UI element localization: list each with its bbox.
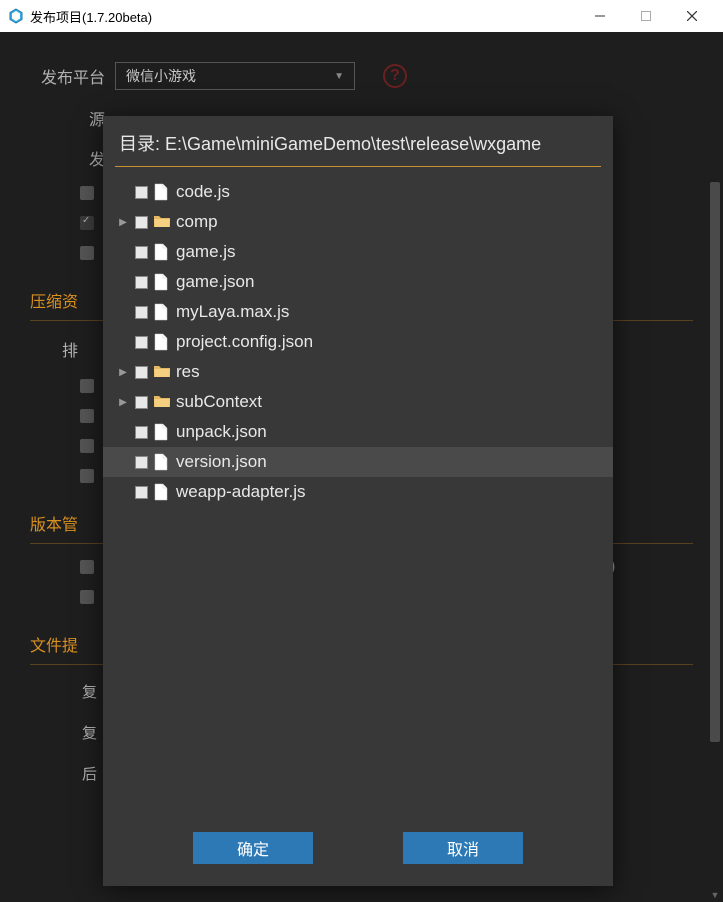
- modal-buttons: 确定 取消: [103, 814, 613, 886]
- checkbox-4[interactable]: [80, 379, 94, 393]
- file-row[interactable]: ▶ subContext: [103, 387, 613, 417]
- checkbox-9[interactable]: [80, 590, 94, 604]
- checkbox-5[interactable]: [80, 409, 94, 423]
- file-icon: [154, 243, 170, 261]
- checkbox-1[interactable]: [80, 186, 94, 200]
- file-name: weapp-adapter.js: [176, 482, 305, 502]
- file-checkbox[interactable]: [135, 426, 148, 439]
- expand-icon[interactable]: ▶: [117, 217, 129, 228]
- titlebar: 发布项目(1.7.20beta): [0, 0, 723, 32]
- file-icon: [154, 303, 170, 321]
- file-row[interactable]: ▶code.js: [103, 177, 613, 207]
- window-title: 发布项目(1.7.20beta): [30, 7, 152, 26]
- source-label: 源: [30, 106, 105, 130]
- file-icon: [154, 453, 170, 471]
- file-row[interactable]: ▶game.json: [103, 267, 613, 297]
- file-row[interactable]: ▶ comp: [103, 207, 613, 237]
- expand-icon[interactable]: ▶: [117, 367, 129, 378]
- file-name: res: [176, 362, 200, 382]
- platform-dropdown[interactable]: 微信小游戏 ▼: [115, 62, 355, 90]
- cancel-button[interactable]: 取消: [403, 832, 523, 864]
- folder-icon: [154, 393, 170, 411]
- file-checkbox[interactable]: [135, 456, 148, 469]
- expand-icon[interactable]: ▶: [117, 397, 129, 408]
- file-row[interactable]: ▶weapp-adapter.js: [103, 477, 613, 507]
- file-name: unpack.json: [176, 422, 267, 442]
- folder-icon: [154, 363, 170, 381]
- checkbox-2[interactable]: [80, 216, 94, 230]
- checkbox-8[interactable]: [80, 560, 94, 574]
- file-checkbox[interactable]: [135, 186, 148, 199]
- folder-icon: [154, 213, 170, 231]
- file-name: comp: [176, 212, 218, 232]
- platform-label: 发布平台: [30, 64, 105, 88]
- file-checkbox[interactable]: [135, 486, 148, 499]
- file-row[interactable]: ▶ res: [103, 357, 613, 387]
- app-icon: [8, 8, 24, 24]
- modal-title: 目录: E:\Game\miniGameDemo\test\release\wx…: [103, 116, 613, 166]
- close-button[interactable]: [669, 0, 715, 32]
- file-name: game.js: [176, 242, 236, 262]
- file-icon: [154, 273, 170, 291]
- file-list: ▶code.js▶comp▶game.js▶game.json▶myLaya.m…: [103, 175, 613, 814]
- scrollbar[interactable]: ▼: [709, 182, 721, 902]
- publish-label: 发: [30, 146, 105, 170]
- checkbox-3[interactable]: [80, 246, 94, 260]
- ok-button[interactable]: 确定: [193, 832, 313, 864]
- titlebar-left: 发布项目(1.7.20beta): [8, 7, 152, 26]
- maximize-button[interactable]: [623, 0, 669, 32]
- file-checkbox[interactable]: [135, 336, 148, 349]
- file-checkbox[interactable]: [135, 306, 148, 319]
- file-row[interactable]: ▶game.js: [103, 237, 613, 267]
- file-name: myLaya.max.js: [176, 302, 289, 322]
- directory-modal: 目录: E:\Game\miniGameDemo\test\release\wx…: [103, 116, 613, 886]
- file-checkbox[interactable]: [135, 276, 148, 289]
- file-name: version.json: [176, 452, 267, 472]
- file-name: project.config.json: [176, 332, 313, 352]
- window-controls: [577, 0, 715, 32]
- file-checkbox[interactable]: [135, 366, 148, 379]
- platform-value: 微信小游戏: [126, 66, 196, 86]
- file-row[interactable]: ▶project.config.json: [103, 327, 613, 357]
- file-checkbox[interactable]: [135, 216, 148, 229]
- checkbox-6[interactable]: [80, 439, 94, 453]
- file-icon: [154, 183, 170, 201]
- modal-divider: [115, 166, 601, 167]
- chevron-down-icon: ▼: [334, 71, 344, 82]
- file-row[interactable]: ▶unpack.json: [103, 417, 613, 447]
- file-checkbox[interactable]: [135, 396, 148, 409]
- scrollbar-thumb[interactable]: [710, 182, 720, 742]
- help-icon[interactable]: ?: [383, 64, 407, 88]
- file-name: subContext: [176, 392, 262, 412]
- file-row[interactable]: ▶version.json: [103, 447, 613, 477]
- file-row[interactable]: ▶myLaya.max.js: [103, 297, 613, 327]
- platform-row: 发布平台 微信小游戏 ▼ ?: [30, 62, 693, 90]
- file-icon: [154, 333, 170, 351]
- file-checkbox[interactable]: [135, 246, 148, 259]
- file-name: code.js: [176, 182, 230, 202]
- file-icon: [154, 423, 170, 441]
- minimize-button[interactable]: [577, 0, 623, 32]
- scroll-down-icon[interactable]: ▼: [709, 890, 721, 902]
- file-icon: [154, 483, 170, 501]
- checkbox-7[interactable]: [80, 469, 94, 483]
- file-name: game.json: [176, 272, 254, 292]
